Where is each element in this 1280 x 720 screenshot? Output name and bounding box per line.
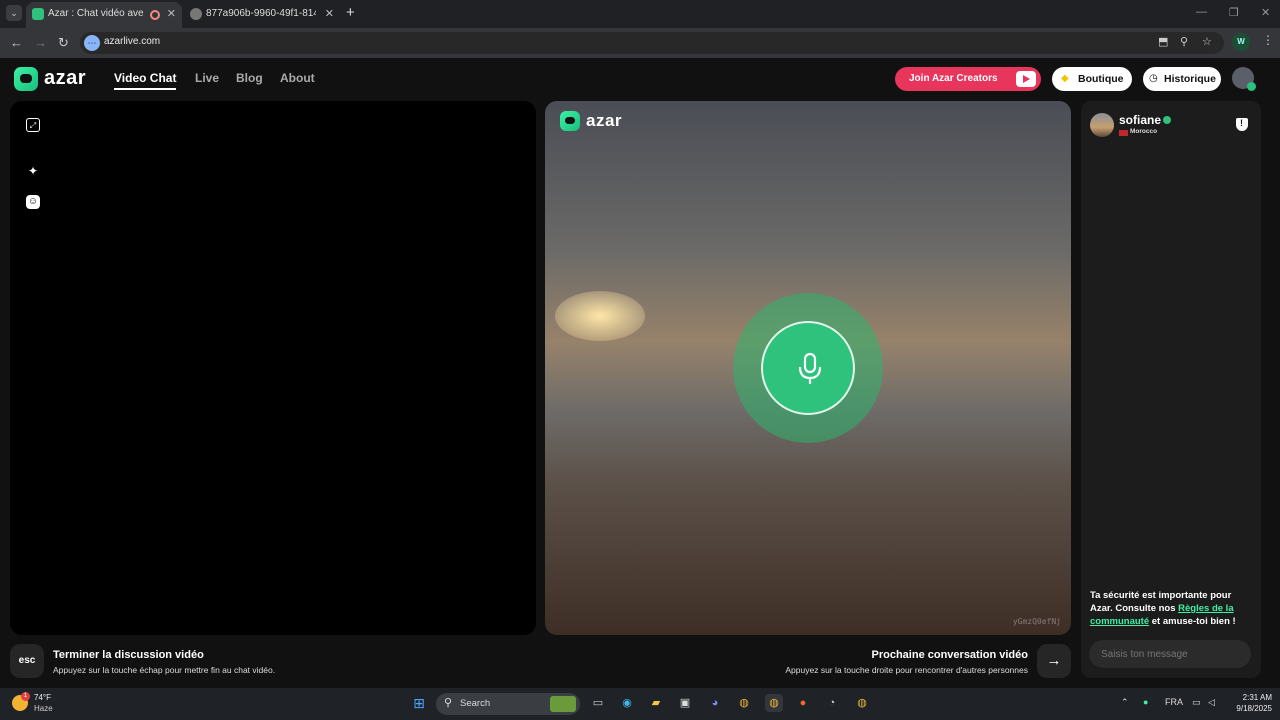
report-shield-icon[interactable] bbox=[1236, 118, 1248, 131]
store-icon[interactable]: ▣ bbox=[676, 694, 694, 712]
azar-logo-icon bbox=[14, 67, 38, 91]
azar-favicon-icon bbox=[32, 8, 44, 20]
blurred-background bbox=[555, 291, 645, 341]
next-chat-hint: Appuyez sur la touche droite pour rencon… bbox=[785, 665, 1028, 675]
end-chat-title: Terminer la discussion vidéo bbox=[53, 649, 204, 661]
nav-video-chat[interactable]: Video Chat bbox=[114, 71, 177, 90]
face-filter-icon[interactable]: ☺ bbox=[26, 195, 40, 209]
join-label: Join Azar Creators bbox=[909, 73, 998, 84]
file-explorer-icon[interactable]: ▰ bbox=[647, 694, 665, 712]
weather-condition: Haze bbox=[34, 704, 53, 713]
message-input[interactable] bbox=[1089, 640, 1251, 668]
app-circle-icon[interactable]: ◔ bbox=[823, 694, 841, 712]
azar-logo-icon bbox=[560, 111, 580, 131]
play-icon bbox=[1016, 71, 1036, 87]
mic-tray-icon[interactable]: ● bbox=[1143, 697, 1148, 707]
close-tab-icon[interactable]: ✕ bbox=[325, 2, 334, 26]
morocco-flag-icon bbox=[1119, 130, 1128, 136]
chrome-profile-icon[interactable]: ◍ bbox=[853, 694, 871, 712]
tab-uuid[interactable]: 877a906b-9960-49f1-8142-5bc ✕ bbox=[184, 2, 340, 28]
browser-tab-bar: ⌄ Azar : Chat vidéo avec de n ✕ 877a906b… bbox=[0, 0, 1280, 28]
browser-menu-icon[interactable]: ⋮ bbox=[1262, 33, 1274, 47]
local-video-panel: ⤢ ✦ ☺ bbox=[10, 101, 536, 635]
next-chat-title: Prochaine conversation vidéo bbox=[871, 649, 1029, 661]
search-icon: ⚲ bbox=[444, 697, 453, 709]
zoom-icon[interactable]: ⚲ bbox=[1180, 35, 1188, 48]
minimize-icon[interactable]: — bbox=[1196, 6, 1207, 18]
azar-site: azar Video Chat Live Blog About Join Aza… bbox=[0, 58, 1280, 688]
chat-panel: sofiane Morocco Ta sécurité est importan… bbox=[1081, 101, 1261, 678]
task-view-icon[interactable]: ▭ bbox=[589, 694, 607, 712]
tab-title: Azar : Chat vidéo avec de n bbox=[48, 8, 144, 19]
chrome-active-icon[interactable]: ◍ bbox=[765, 694, 783, 712]
browser-address-bar: ← → ↻ ⋯ azarlive.com ⬒ ⚲ ☆ W ⋮ bbox=[0, 28, 1280, 58]
close-window-icon[interactable]: ✕ bbox=[1261, 6, 1270, 19]
restore-icon[interactable]: ❐ bbox=[1229, 6, 1239, 19]
forward-icon[interactable]: → bbox=[34, 35, 47, 50]
microphone-button[interactable] bbox=[761, 321, 855, 415]
peer-avatar[interactable] bbox=[1090, 113, 1114, 137]
tray-overflow-icon[interactable]: ⌃ bbox=[1121, 697, 1129, 708]
recording-icon bbox=[150, 10, 160, 20]
user-avatar[interactable] bbox=[1232, 67, 1256, 91]
end-chat-hint: Appuyez sur la touche échap pour mettre … bbox=[53, 665, 276, 675]
video-watermark: yGmzQ0efNj bbox=[1012, 617, 1061, 626]
site-info-icon[interactable]: ⋯ bbox=[84, 35, 100, 51]
browser-profile-avatar[interactable]: W bbox=[1232, 33, 1250, 51]
safety-text-end: et amuse-toi bien ! bbox=[1149, 616, 1236, 627]
tab-azar[interactable]: Azar : Chat vidéo avec de n ✕ bbox=[26, 2, 182, 28]
microphone-icon bbox=[798, 352, 822, 384]
nav-blog[interactable]: Blog bbox=[236, 71, 263, 85]
clock-date: 9/18/2025 bbox=[1236, 704, 1272, 713]
new-tab-icon[interactable]: + bbox=[346, 4, 355, 21]
peer-name: sofiane bbox=[1119, 113, 1162, 127]
sparkle-effects-icon[interactable]: ✦ bbox=[26, 164, 40, 178]
globe-favicon-icon bbox=[190, 8, 202, 20]
tab-title: 877a906b-9960-49f1-8142-5bc bbox=[206, 8, 316, 19]
logo-text: azar bbox=[44, 67, 87, 89]
diamond-icon: ◆ bbox=[1061, 73, 1069, 84]
nav-live[interactable]: Live bbox=[195, 71, 219, 85]
remote-video-panel: azar yGmzQ0efNj bbox=[545, 101, 1071, 635]
join-creators-button[interactable]: Join Azar Creators bbox=[895, 67, 1041, 91]
tab-search-menu-icon[interactable]: ⌄ bbox=[6, 5, 22, 21]
boutique-button[interactable]: ◆ Boutique bbox=[1052, 67, 1132, 91]
url-text: azarlive.com bbox=[104, 36, 161, 47]
network-icon[interactable]: ▭ bbox=[1192, 697, 1201, 708]
bookmark-star-icon[interactable]: ☆ bbox=[1202, 35, 1212, 48]
discord-icon[interactable]: ◕ bbox=[706, 694, 724, 712]
taskbar: 1 74°F Haze ⊞ ⚲ Search ▭ ◉ ▰ ▣ ◕ ◍ ◍ ● ◔… bbox=[0, 688, 1280, 720]
end-chat-esc-button[interactable]: esc bbox=[10, 644, 44, 678]
logo-text: azar bbox=[586, 111, 623, 130]
nav-about[interactable]: About bbox=[280, 71, 315, 85]
podcast-mic-icon[interactable]: ● bbox=[794, 694, 812, 712]
weather-temp: 74°F bbox=[34, 693, 51, 702]
historique-label: Historique bbox=[1164, 73, 1216, 85]
language-indicator[interactable]: FRA bbox=[1165, 697, 1183, 707]
safety-notice: Ta sécurité est importante pour Azar. Co… bbox=[1090, 589, 1256, 628]
close-tab-icon[interactable]: ✕ bbox=[167, 2, 176, 26]
reload-icon[interactable]: ↻ bbox=[58, 35, 69, 51]
weather-badge: 1 bbox=[21, 692, 30, 701]
next-chat-arrow-button[interactable]: → bbox=[1037, 644, 1071, 678]
system-clock[interactable]: 2:31 AM 9/18/2025 bbox=[1228, 692, 1272, 714]
mic-halo bbox=[733, 293, 883, 443]
taskbar-search[interactable]: ⚲ Search bbox=[436, 693, 580, 715]
url-field[interactable]: ⋯ azarlive.com ⬒ ⚲ ☆ bbox=[80, 32, 1224, 54]
search-label: Search bbox=[460, 698, 491, 709]
windows-start-icon[interactable]: ⊞ bbox=[410, 694, 428, 712]
back-icon[interactable]: ← bbox=[10, 35, 23, 50]
search-highlight-icon bbox=[550, 696, 576, 712]
clock-time: 2:31 AM bbox=[1242, 693, 1272, 702]
verified-badge-icon bbox=[1163, 116, 1171, 124]
chrome-icon[interactable]: ◍ bbox=[735, 694, 753, 712]
volume-icon[interactable]: ◁ bbox=[1208, 697, 1215, 708]
expand-icon[interactable]: ⤢ bbox=[26, 118, 40, 132]
edge-icon[interactable]: ◉ bbox=[618, 694, 636, 712]
boutique-label: Boutique bbox=[1078, 73, 1124, 85]
install-app-icon[interactable]: ⬒ bbox=[1158, 35, 1168, 48]
peer-country: Morocco bbox=[1130, 128, 1158, 135]
historique-button[interactable]: ◷ Historique bbox=[1143, 67, 1221, 91]
clock-icon: ◷ bbox=[1149, 73, 1158, 84]
